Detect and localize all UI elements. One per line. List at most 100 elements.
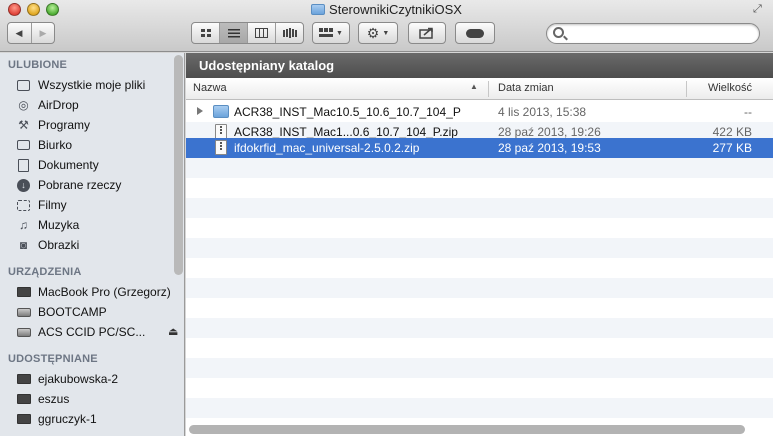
action-button[interactable]: ⚙ ▼ (358, 22, 398, 44)
column-divider[interactable] (488, 81, 489, 97)
arrange-button[interactable]: ▼ (312, 22, 350, 44)
empty-row (186, 398, 773, 418)
empty-row (186, 278, 773, 298)
empty-row (186, 318, 773, 338)
sort-ascending-icon: ▲ (470, 82, 478, 91)
documents-icon (16, 158, 31, 173)
forward-button[interactable]: ▶ (32, 23, 55, 43)
sidebar-item-label: Muzyka (38, 218, 80, 232)
view-mode-control (191, 22, 304, 44)
zip-file-icon (215, 124, 227, 139)
coverflow-view-button[interactable] (276, 23, 303, 43)
sidebar-item-label: ggruczyk-1 (38, 412, 97, 426)
fullscreen-icon[interactable]: ⤢ (753, 3, 767, 17)
search-field[interactable] (546, 23, 760, 44)
sidebar-item-movies[interactable]: Filmy (16, 195, 171, 215)
search-input[interactable] (569, 26, 749, 41)
drive-icon (16, 305, 31, 320)
network-computer-icon (16, 392, 31, 407)
drive-icon (16, 325, 31, 340)
icons-view-icon (200, 28, 211, 37)
sidebar-item-pictures[interactable]: ◙ Obrazki (16, 235, 171, 255)
list-view-button[interactable] (220, 23, 248, 43)
sidebar-item-label: Obrazki (38, 238, 80, 252)
file-size: 277 KB (712, 141, 752, 155)
empty-row (186, 358, 773, 378)
sidebar-scrollbar[interactable] (174, 55, 183, 275)
column-header-row: Nazwa ▲ Data zmian Wielkość (186, 78, 773, 100)
network-computer-icon (16, 372, 31, 387)
columns-view-button[interactable] (248, 23, 276, 43)
share-button[interactable] (408, 22, 446, 44)
column-divider[interactable] (686, 81, 687, 97)
sidebar-item-ggruczyk[interactable]: ggruczyk-1 (16, 409, 171, 429)
window-toolbar: SterownikiCzytnikiOSX ⤢ ◀ ▶ ▼ ⚙ ▼ (0, 0, 773, 52)
search-icon (553, 27, 564, 38)
file-row[interactable]: ACR38_INST_Mac10.5_10.6_10.7_104_P 4 lis… (186, 102, 773, 122)
sidebar-item-label: Dokumenty (38, 158, 99, 172)
arrange-icon (319, 28, 334, 37)
sidebar-item-label: Filmy (38, 198, 67, 212)
sidebar-item-desktop[interactable]: Biurko (16, 135, 171, 155)
sidebar-item-label: Pobrane rzeczy (38, 178, 122, 192)
window-title-area: SterownikiCzytnikiOSX (0, 2, 773, 17)
sidebar: ULUBIONE Wszystkie moje pliki ◎ AirDrop … (0, 53, 185, 436)
icons-view-button[interactable] (192, 23, 220, 43)
airdrop-icon: ◎ (18, 98, 29, 112)
file-date: 4 lis 2013, 15:38 (498, 105, 587, 119)
back-button[interactable]: ◀ (8, 23, 32, 43)
gear-icon: ⚙ (366, 24, 380, 41)
file-date: 28 paź 2013, 19:26 (498, 125, 601, 139)
sidebar-section-devices: URZĄDZENIA (8, 266, 82, 278)
sidebar-item-label: eszus (38, 392, 70, 406)
file-size: 422 KB (712, 125, 752, 139)
file-row-selected[interactable]: ifdokrfid_mac_universal-2.5.0.2.zip 28 p… (186, 138, 773, 158)
sidebar-item-label: ejakubowska-2 (38, 372, 119, 386)
horizontal-scrollbar[interactable] (189, 425, 745, 434)
sidebar-item-ejakubowska[interactable]: ejakubowska-2 (16, 369, 171, 389)
file-size: -- (744, 105, 752, 119)
sidebar-section-favorites: ULUBIONE (8, 59, 68, 71)
file-name: ifdokrfid_mac_universal-2.5.0.2.zip (234, 141, 420, 155)
folder-header: Udostępniany katalog (186, 53, 773, 78)
sidebar-item-label: Programy (38, 118, 91, 132)
sidebar-item-label: AirDrop (38, 98, 79, 112)
zip-file-icon (215, 140, 227, 155)
all-files-icon (16, 78, 31, 93)
tags-button[interactable] (455, 22, 495, 44)
file-browser: Udostępniany katalog Nazwa ▲ Data zmian … (186, 53, 773, 436)
network-computer-icon (16, 412, 31, 427)
file-date: 28 paź 2013, 19:53 (498, 141, 601, 155)
coverflow-view-icon (282, 28, 297, 38)
column-header-date[interactable]: Data zmian (498, 82, 554, 94)
sidebar-item-macbook-pro[interactable]: MacBook Pro (Grzegorz) (16, 282, 171, 302)
laptop-icon (16, 285, 31, 300)
folder-icon (213, 105, 229, 118)
sidebar-item-music[interactable]: ♫ Muzyka (16, 215, 171, 235)
sidebar-item-documents[interactable]: Dokumenty (16, 155, 171, 175)
sidebar-item-bootcamp[interactable]: BOOTCAMP (16, 302, 171, 322)
file-name: ACR38_INST_Mac1...0.6_10.7_104_P.zip (234, 125, 458, 139)
sidebar-item-applications[interactable]: ⚒ Programy (16, 115, 171, 135)
disclosure-triangle-icon[interactable] (197, 107, 203, 115)
sidebar-item-airdrop[interactable]: ◎ AirDrop (16, 95, 171, 115)
sidebar-item-all-my-files[interactable]: Wszystkie moje pliki (16, 75, 171, 95)
empty-row (186, 238, 773, 258)
back-forward-control: ◀ ▶ (7, 22, 55, 44)
column-header-size[interactable]: Wielkość (708, 82, 752, 94)
column-header-name[interactable]: Nazwa (193, 82, 227, 94)
list-view-icon (227, 29, 240, 38)
sidebar-item-label: ACS CCID PC/SC... (38, 325, 146, 339)
folder-icon (311, 4, 326, 15)
columns-view-icon (255, 28, 268, 38)
empty-row (186, 158, 773, 178)
eject-icon[interactable]: ⏏ (168, 325, 178, 338)
movies-icon (16, 198, 31, 213)
applications-icon: ⚒ (18, 118, 29, 132)
sidebar-item-label: MacBook Pro (Grzegorz) (38, 285, 171, 299)
sidebar-item-eszus[interactable]: eszus (16, 389, 171, 409)
sidebar-item-acs-ccid[interactable]: ACS CCID PC/SC... ⏏ (16, 322, 178, 342)
sidebar-item-label: BOOTCAMP (38, 305, 107, 319)
share-icon (419, 27, 433, 39)
sidebar-item-downloads[interactable]: ↓ Pobrane rzeczy (16, 175, 171, 195)
